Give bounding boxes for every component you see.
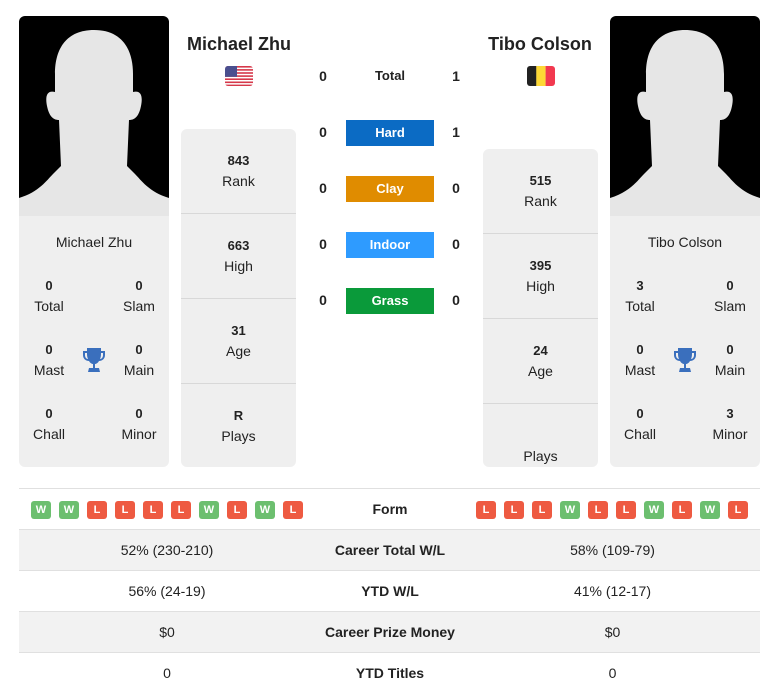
titles-slam: 0 Slam [714, 278, 746, 314]
player2-stats-card: 515 Rank 395 High 24 Age Plays [483, 149, 598, 467]
stat-plays: Plays [523, 448, 558, 464]
belgium-flag-icon [527, 66, 555, 86]
titles-minor: 3 Minor [712, 406, 748, 442]
stat-age: 31 Age [226, 323, 251, 359]
form-loss-badge[interactable]: L [672, 501, 692, 519]
surface-grass-badge[interactable]: Grass [346, 288, 434, 314]
form-loss-badge[interactable]: L [171, 501, 191, 519]
divider [181, 383, 296, 384]
form-loss-badge[interactable]: L [588, 501, 608, 519]
titles-mast: 0 Mast [624, 342, 656, 378]
player2-card-name: Tibo Colson [647, 234, 723, 250]
h2h-indoor-row: 0 Indoor 0 [310, 232, 470, 258]
player1-photo [19, 16, 169, 216]
surface-clay-badge[interactable]: Clay [346, 176, 434, 202]
titles-slam: 0 Slam [123, 278, 155, 314]
divider [181, 213, 296, 214]
stat-high: 663 High [224, 238, 253, 274]
form-win-badge[interactable]: W [644, 501, 664, 519]
trophy-icon [674, 348, 696, 372]
form-win-badge[interactable]: W [255, 501, 275, 519]
player2-name-link[interactable]: Tibo Colson [460, 34, 620, 55]
stat-high: 395 High [526, 258, 555, 294]
player2-titles-card: Tibo Colson 3 Total 0 Slam 0 Mast 0 Main… [610, 216, 760, 467]
form-loss-badge[interactable]: L [504, 501, 524, 519]
surface-hard-badge[interactable]: Hard [346, 120, 434, 146]
h2h-grass-row: 0 Grass 0 [310, 288, 470, 314]
form-loss-badge[interactable]: L [728, 501, 748, 519]
player-silhouette-icon [19, 30, 169, 216]
player1-stats-card: 843 Rank 663 High 31 Age R Plays [181, 129, 296, 467]
comparison-table: WWLLLLWLWL Form LLLWLLWLWL 52% (230-210)… [19, 488, 760, 693]
stat-rank: 843 Rank [222, 153, 255, 189]
titles-total: 0 Total [34, 278, 64, 314]
titles-mast: 0 Mast [33, 342, 65, 378]
table-row: 0 YTD Titles 0 [19, 652, 760, 693]
form-loss-badge[interactable]: L [115, 501, 135, 519]
player1-titles-card: Michael Zhu 0 Total 0 Slam 0 Mast 0 Main… [19, 216, 169, 467]
form-win-badge[interactable]: W [59, 501, 79, 519]
titles-minor: 0 Minor [121, 406, 157, 442]
surface-indoor-badge[interactable]: Indoor [346, 232, 434, 258]
stat-plays: R Plays [221, 408, 256, 444]
titles-chall: 0 Chall [33, 406, 65, 442]
trophy-icon [83, 348, 105, 372]
h2h-hard-row: 0 Hard 1 [310, 120, 470, 146]
form-loss-badge[interactable]: L [532, 501, 552, 519]
form-loss-badge[interactable]: L [143, 501, 163, 519]
table-row: $0 Career Prize Money $0 [19, 611, 760, 652]
divider [483, 233, 598, 234]
form-loss-badge[interactable]: L [476, 501, 496, 519]
form-row: WWLLLLWLWL Form LLLWLLWLWL [19, 488, 760, 529]
usa-flag-icon [225, 66, 253, 86]
divider [181, 298, 296, 299]
player1-form: WWLLLLWLWL [31, 501, 303, 519]
titles-total: 3 Total [625, 278, 655, 314]
stat-rank: 515 Rank [524, 173, 557, 209]
player2-form: LLLWLLWLWL [476, 501, 748, 519]
form-win-badge[interactable]: W [199, 501, 219, 519]
player-silhouette-icon [610, 30, 760, 216]
form-loss-badge[interactable]: L [227, 501, 247, 519]
stat-age: 24 Age [528, 343, 553, 379]
h2h-total-row: 0 Total 1 [319, 68, 460, 84]
player1-card-name: Michael Zhu [55, 234, 133, 250]
form-win-badge[interactable]: W [31, 501, 51, 519]
form-win-badge[interactable]: W [700, 501, 720, 519]
form-label: Form [372, 501, 408, 517]
form-loss-badge[interactable]: L [87, 501, 107, 519]
table-row: 56% (24-19) YTD W/L 41% (12-17) [19, 570, 760, 611]
titles-main: 0 Main [714, 342, 746, 378]
form-loss-badge[interactable]: L [283, 501, 303, 519]
form-win-badge[interactable]: W [560, 501, 580, 519]
form-loss-badge[interactable]: L [616, 501, 636, 519]
player2-photo [610, 16, 760, 216]
h2h-clay-row: 0 Clay 0 [310, 176, 470, 202]
titles-chall: 0 Chall [624, 406, 656, 442]
player1-name-link[interactable]: Michael Zhu [159, 34, 319, 55]
divider [483, 318, 598, 319]
table-row: 52% (230-210) Career Total W/L 58% (109-… [19, 529, 760, 570]
divider [483, 403, 598, 404]
titles-main: 0 Main [123, 342, 155, 378]
